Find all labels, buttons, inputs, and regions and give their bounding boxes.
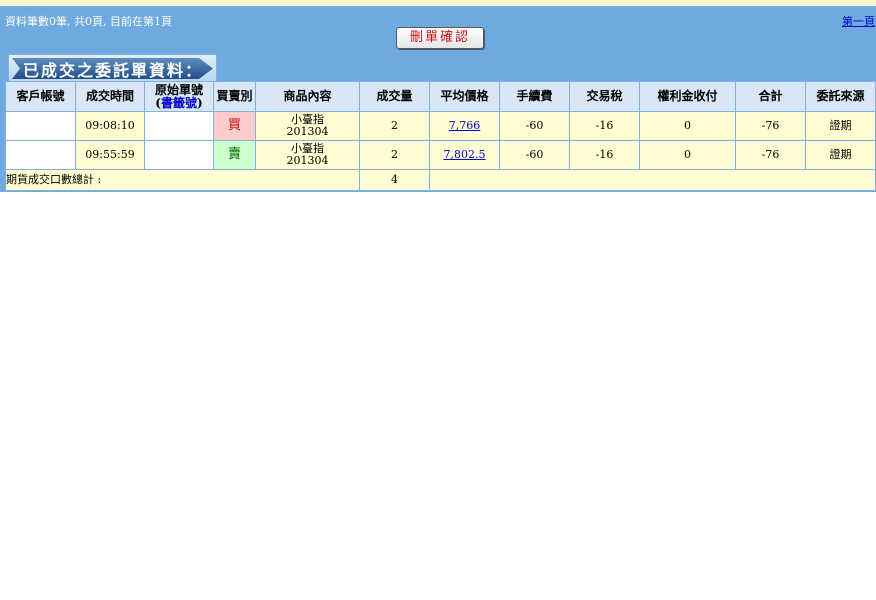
col-avg-price: 平均價格 — [429, 81, 500, 112]
qty-cell: 2 — [359, 140, 430, 170]
section-title-text: 已成交之委託單資料： — [23, 61, 204, 80]
total-cell: -76 — [735, 111, 806, 141]
summary-row: 期貨成交口數總計 : 4 — [5, 169, 876, 191]
source-cell: 證期 — [805, 140, 876, 170]
col-source: 委託來源 — [805, 81, 876, 112]
product-month: 201304 — [286, 125, 329, 138]
col-trade-time: 成交時間 — [75, 81, 145, 112]
col-qty: 成交量 — [359, 81, 430, 112]
table-header-row: 客戶帳號 成交時間 原始單號 (書籤號) 買賣別 商品內容 成交量 平均價格 手… — [5, 81, 876, 112]
record-count-info: 資料筆數0筆, 共0頁, 目前在第1頁 — [5, 15, 172, 28]
source-cell: 證期 — [805, 111, 876, 141]
trade-time-cell: 09:08:10 — [75, 111, 145, 141]
premium-cell: 0 — [639, 140, 736, 170]
trade-time-cell: 09:55:59 — [75, 140, 145, 170]
col-account: 客戶帳號 — [5, 81, 76, 112]
tax-cell: -16 — [569, 140, 640, 170]
first-page-link[interactable]: 第一頁 — [842, 13, 875, 29]
fee-cell: -60 — [499, 111, 570, 141]
summary-label: 期貨成交口數總計 : — [5, 169, 360, 191]
summary-filler — [429, 169, 876, 191]
product-cell: 小臺指 201304 — [255, 140, 360, 170]
delete-confirm-button[interactable]: 刪單確認 — [396, 27, 484, 49]
order-no-cell — [144, 111, 214, 141]
col-fee: 手續費 — [499, 81, 570, 112]
avg-price-cell: 7,766 — [429, 111, 500, 141]
account-cell — [5, 111, 76, 141]
section-title: 已成交之委託單資料： — [8, 54, 217, 83]
avg-price-cell: 7,802.5 — [429, 140, 500, 170]
col-premium: 權利金收付 — [639, 81, 736, 112]
total-cell: -76 — [735, 140, 806, 170]
side-cell: 賣 — [213, 140, 256, 170]
col-tax: 交易稅 — [569, 81, 640, 112]
table-row: 09:55:59 賣 小臺指 201304 2 7,802.5 -60 -16 … — [5, 140, 876, 170]
col-product: 商品內容 — [255, 81, 360, 112]
col-order-no-sub: (書籤號) — [155, 95, 203, 110]
premium-cell: 0 — [639, 111, 736, 141]
qty-cell: 2 — [359, 111, 430, 141]
col-side: 買賣別 — [213, 81, 256, 112]
tax-cell: -16 — [569, 111, 640, 141]
fee-cell: -60 — [499, 140, 570, 170]
product-cell: 小臺指 201304 — [255, 111, 360, 141]
product-month: 201304 — [286, 154, 329, 167]
summary-value: 4 — [359, 169, 430, 191]
avg-price-link[interactable]: 7,766 — [449, 119, 481, 132]
account-cell — [5, 140, 76, 170]
bookmark-no-link[interactable]: 書籤號 — [161, 96, 197, 110]
order-no-cell — [144, 140, 214, 170]
avg-price-link[interactable]: 7,802.5 — [444, 148, 486, 161]
col-order-no: 原始單號 (書籤號) — [144, 81, 214, 112]
col-total: 合計 — [735, 81, 806, 112]
table-row: 09:08:10 買 小臺指 201304 2 7,766 -60 -16 0 … — [5, 111, 876, 141]
side-cell: 買 — [213, 111, 256, 141]
filled-orders-table: 客戶帳號 成交時間 原始單號 (書籤號) 買賣別 商品內容 成交量 平均價格 手… — [5, 81, 876, 191]
